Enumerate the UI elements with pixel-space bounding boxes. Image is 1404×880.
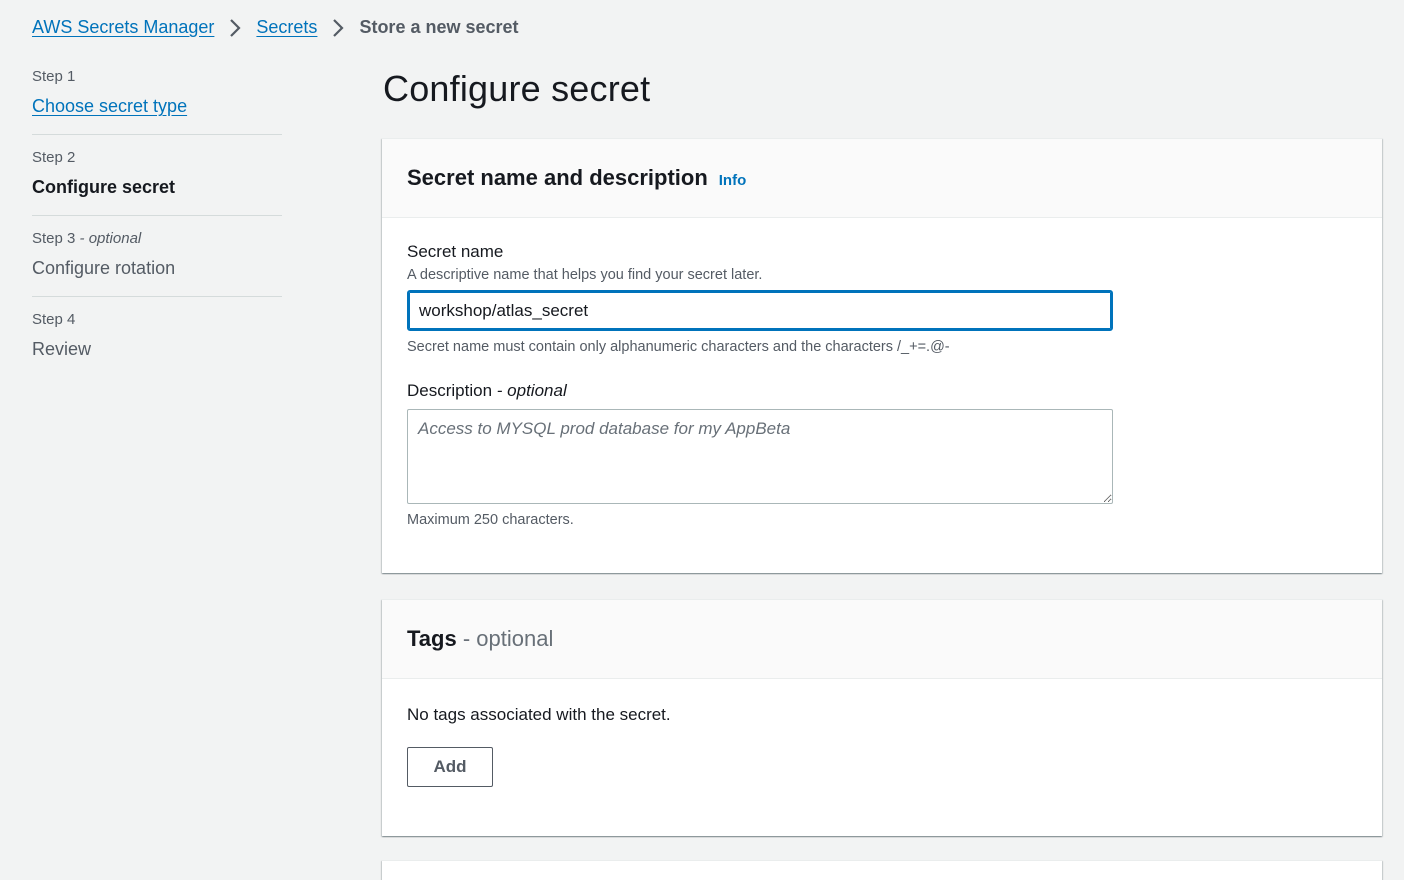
breadcrumb-secrets[interactable]: Secrets (256, 17, 317, 38)
step-label-configure-rotation: Configure rotation (32, 258, 176, 278)
panel-header: Secret name and description Info (382, 139, 1382, 218)
wizard-step-2: Step 2 Configure secret (32, 149, 282, 216)
description-textarea[interactable] (407, 409, 1113, 504)
secret-name-label: Secret name (407, 242, 504, 261)
breadcrumb-current: Store a new secret (359, 17, 519, 37)
panel-title: Tags - optional (407, 626, 554, 651)
description-label: Description - optional (407, 381, 567, 400)
step-optional-tag: - optional (79, 230, 142, 247)
secret-name-input[interactable] (407, 290, 1113, 331)
step-number: Step 1 (32, 68, 76, 85)
wizard-step-3: Step 3 - optional Configure rotation (32, 230, 282, 297)
description-constraint: Maximum 250 characters. (407, 512, 574, 528)
step-label-configure-secret: Configure secret (32, 177, 176, 197)
panel-title: Secret name and description (407, 165, 708, 190)
wizard-step-1: Step 1 Choose secret type (32, 68, 282, 135)
tags-panel: Tags - optional No tags associated with … (382, 599, 1382, 836)
panel-header: Tags - optional (382, 600, 1382, 679)
breadcrumb: AWS Secrets Manager Secrets Store a new … (32, 17, 519, 38)
chevron-right-icon (229, 18, 241, 38)
step-number: Step 3 - optional (32, 230, 142, 247)
add-tag-button[interactable]: Add (407, 747, 493, 787)
secret-name-constraint: Secret name must contain only alphanumer… (407, 339, 950, 355)
secret-name-description: A descriptive name that helps you find y… (407, 267, 763, 283)
chevron-right-icon (332, 18, 344, 38)
step-number: Step 2 (32, 149, 76, 166)
panel-body: No tags associated with the secret. Add (382, 679, 1382, 787)
wizard-step-4: Step 4 Review (32, 311, 282, 377)
panel-body: Secret name A descriptive name that help… (382, 218, 1382, 528)
empty-tags-text: No tags associated with the secret. (407, 705, 671, 724)
step-link-choose-secret-type[interactable]: Choose secret type (32, 95, 282, 117)
secret-name-panel: Secret name and description Info Secret … (382, 138, 1382, 573)
breadcrumb-secrets-manager[interactable]: AWS Secrets Manager (32, 17, 214, 38)
step-number: Step 4 (32, 311, 76, 328)
page-title: Configure secret (383, 68, 651, 109)
next-panel (382, 860, 1382, 880)
optional-tag: - optional (462, 626, 554, 651)
wizard-steps: Step 1 Choose secret type Step 2 Configu… (32, 68, 282, 391)
info-link[interactable]: Info (719, 172, 747, 189)
optional-tag: - optional (496, 381, 567, 400)
step-label-review: Review (32, 339, 92, 359)
